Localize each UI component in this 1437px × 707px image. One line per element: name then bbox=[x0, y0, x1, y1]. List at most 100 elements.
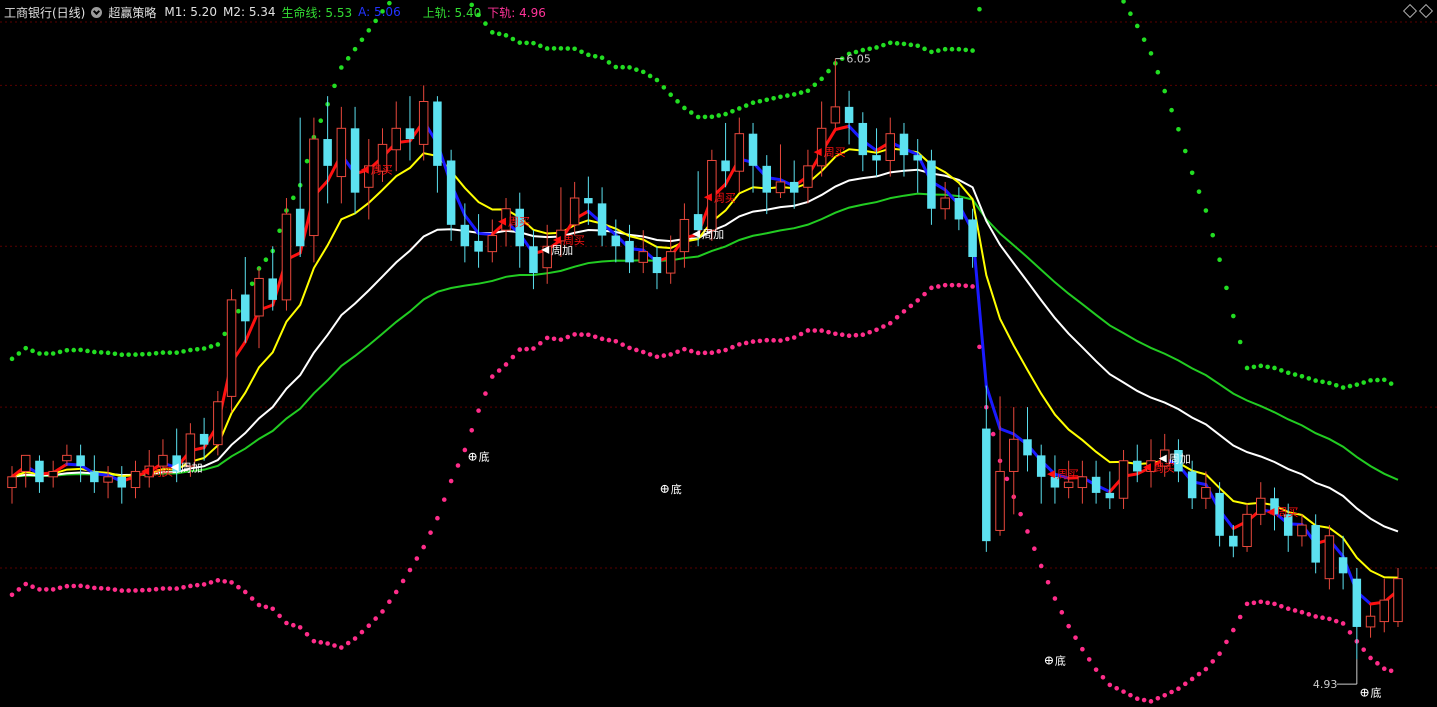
upper-band-dot bbox=[668, 92, 673, 98]
candle-body bbox=[474, 240, 483, 252]
candle bbox=[446, 149, 456, 241]
upper-band-dot bbox=[291, 195, 296, 201]
candle-body bbox=[1379, 599, 1390, 623]
upper-band-dot bbox=[750, 100, 756, 106]
upper-band-dot bbox=[236, 308, 241, 314]
lower-band-dot bbox=[1381, 666, 1387, 672]
lower-band-dot bbox=[1176, 686, 1181, 691]
candle-body bbox=[1365, 615, 1376, 628]
lower-band-dot bbox=[1107, 682, 1113, 688]
signal-labels: 周买周买周买周买周买周买周买周买周买周加周加周加周加底底底底 bbox=[141, 146, 1382, 700]
upper-band-dot bbox=[71, 347, 77, 353]
upper-band-dot bbox=[935, 48, 941, 53]
candle bbox=[584, 176, 593, 225]
upper-band-dot bbox=[661, 85, 667, 90]
upper-band-dot bbox=[1169, 107, 1174, 113]
upper-band-dot bbox=[1285, 370, 1291, 376]
candle-body bbox=[1009, 438, 1019, 472]
upper-band-dot bbox=[778, 94, 783, 100]
candle-body bbox=[1338, 557, 1348, 574]
upper-band-dot bbox=[126, 352, 131, 357]
lower-band-dot bbox=[634, 347, 639, 353]
upper-band-dot bbox=[489, 30, 495, 35]
candle bbox=[309, 117, 319, 263]
lower-band-dot bbox=[160, 586, 166, 591]
candle-body bbox=[830, 106, 841, 124]
lower-band-dot bbox=[737, 342, 742, 347]
lower-band-dot bbox=[1313, 614, 1318, 619]
lower-band-dot bbox=[1038, 563, 1044, 569]
lower-band-dot bbox=[791, 335, 797, 340]
lower-band-dot bbox=[194, 582, 200, 588]
candle-body bbox=[62, 454, 72, 462]
lower-band-dot bbox=[284, 620, 289, 626]
candle-body bbox=[913, 155, 922, 161]
lower-band-dot bbox=[1128, 692, 1133, 698]
lower-band-dot bbox=[627, 345, 632, 351]
lower-band-dot bbox=[304, 631, 310, 637]
lower-band-dot bbox=[970, 284, 975, 289]
candle bbox=[982, 385, 991, 552]
lower-band-dot bbox=[1203, 666, 1209, 672]
candle bbox=[35, 455, 44, 493]
lower-band-dot bbox=[1086, 657, 1092, 662]
lower-band-dot bbox=[771, 338, 776, 343]
upper-band-dot bbox=[599, 55, 605, 61]
upper-band-dot bbox=[1320, 379, 1325, 385]
upper-band-dot bbox=[30, 348, 35, 354]
candle bbox=[7, 466, 17, 504]
upper-band-dot bbox=[737, 106, 742, 111]
upper-band-dot bbox=[702, 114, 708, 120]
lower-band-dot bbox=[1141, 697, 1147, 703]
lower-band-dot bbox=[592, 334, 598, 340]
candle-body bbox=[1077, 476, 1088, 489]
lower-band-dot bbox=[1189, 676, 1195, 682]
stock-title[interactable]: 工商银行(日线) bbox=[4, 4, 85, 21]
lower-band-dot bbox=[270, 606, 276, 612]
candle-body bbox=[1201, 487, 1211, 499]
candle-body bbox=[76, 455, 85, 467]
candle bbox=[336, 106, 347, 204]
lower-band-dot bbox=[1162, 692, 1168, 698]
candle bbox=[844, 90, 854, 145]
lower-band-dot bbox=[85, 584, 90, 590]
candle-body bbox=[1324, 535, 1335, 580]
a-value: A: 5.06 bbox=[358, 5, 401, 19]
candle bbox=[418, 85, 429, 161]
candle-body bbox=[1063, 481, 1074, 489]
settings-icon[interactable] bbox=[91, 6, 103, 18]
bollinger-dots bbox=[9, 0, 1394, 704]
strategy-name[interactable]: 超赢策略 bbox=[108, 4, 156, 21]
lower-band-dot bbox=[1327, 616, 1332, 622]
upper-band-dot bbox=[613, 64, 619, 70]
m2-value: M2: 5.34 bbox=[222, 5, 276, 19]
upper-band-dot bbox=[503, 33, 509, 38]
upper-band-dot bbox=[1354, 382, 1360, 387]
candle-body bbox=[1229, 535, 1238, 547]
upper-band-dot bbox=[359, 37, 365, 43]
lower-band-dot bbox=[476, 408, 481, 413]
lower-band-dot bbox=[1073, 635, 1078, 640]
lower-band-dot bbox=[318, 640, 324, 645]
candle bbox=[1297, 514, 1307, 547]
lower-band-value: 下轨: 4.96 bbox=[487, 5, 546, 20]
candle-body bbox=[775, 181, 786, 194]
upper-band-dot bbox=[1217, 257, 1222, 263]
candle-body bbox=[281, 213, 292, 301]
upper-band-dot bbox=[215, 342, 221, 347]
candle-body bbox=[584, 198, 593, 204]
candle bbox=[226, 289, 237, 413]
candle bbox=[1365, 605, 1376, 638]
candle-body bbox=[625, 240, 634, 263]
upper-band-dot bbox=[1224, 285, 1229, 291]
upper-band-dot bbox=[908, 42, 914, 48]
lower-band-dot bbox=[709, 350, 715, 355]
candle-body bbox=[405, 128, 415, 140]
lower-band-dot bbox=[373, 616, 378, 621]
candle bbox=[625, 224, 634, 274]
upper-band-dot bbox=[929, 49, 934, 55]
candle bbox=[268, 246, 277, 311]
candle-body bbox=[954, 198, 964, 220]
lower-band-dot bbox=[977, 344, 982, 350]
candle-body bbox=[1105, 492, 1115, 499]
